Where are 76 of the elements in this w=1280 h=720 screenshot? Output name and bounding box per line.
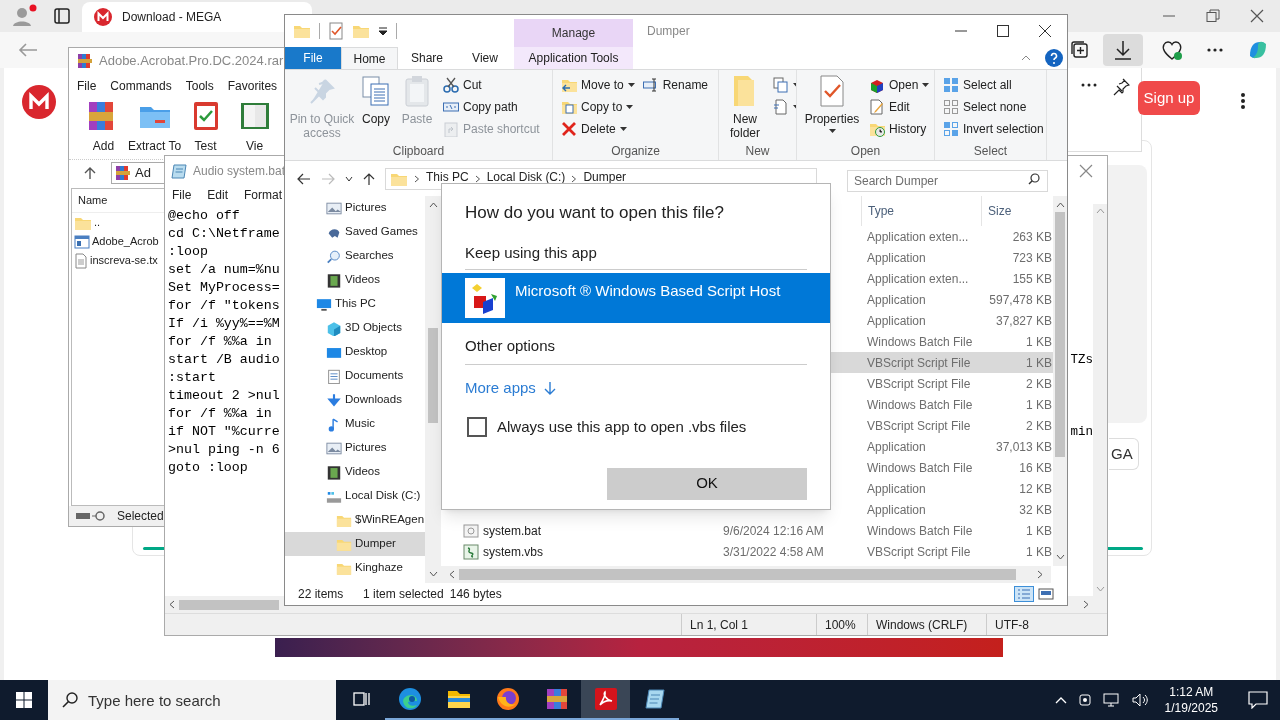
size-cell-text: 263 KB [1012,228,1052,246]
status-text: 100% [825,616,856,634]
code-line: if NOT "%curre [168,423,280,441]
type-cell: Application [867,292,926,307]
type-cell: Application [867,439,926,454]
code-line: Set MyProcess= [168,279,280,297]
group-label: New [744,143,771,160]
type-cell: Application [867,250,926,265]
code-line: :loop [168,243,208,261]
code-line: for /f %%a in [168,405,272,423]
clock-time: 1:12 AM [1169,684,1214,700]
code-line: :start [168,369,216,387]
date-cell: 3/31/2022 4:58 AM [723,544,824,559]
type-cell: Application exten... [867,229,969,244]
size-cell-text: 37,013 KB [995,438,1052,456]
status-text: Ln 1, Col 1 [690,616,749,634]
group-label: Open [849,143,882,160]
type-cell: Application [867,502,926,517]
group-label: Organize [610,143,661,160]
group-label: Clipboard [391,143,446,160]
size-cell-text: 1 KB [1026,522,1052,540]
type-cell: VBScript Script File [867,376,971,391]
size-cell-text: 597,478 KB [989,291,1052,309]
file-name: system.bat [483,522,542,540]
size-cell-text: 12 KB [1019,480,1052,498]
type-cell: VBScript Script File [867,355,971,370]
size-cell-text: 723 KB [1012,249,1052,267]
code-line: >nul ping -n 6 [168,441,280,459]
code-fragment: min [1070,424,1093,441]
size-cell-text: 37,827 KB [995,312,1052,330]
section-heading: Other options [465,335,807,365]
code-line: goto :loop [168,459,248,477]
section-heading: Keep using this app [465,241,807,270]
size-cell-text: 2 KB [1026,375,1052,393]
status-text: Windows (CRLF) [876,616,968,634]
window-title: Audio system.bat [193,163,286,180]
tab-title: Download - MEGA [122,9,222,26]
type-cell: VBScript Script File [867,418,971,433]
dialog-title: How do you want to open this file? [464,202,725,224]
code-line: set /a num=%nu [168,261,280,279]
type-cell: Application exten... [867,271,969,286]
status-text: UTF-8 [995,616,1029,634]
clock-date: 1/19/2025 [1164,700,1218,716]
status-text: Selected [117,508,164,525]
group-label: Select [972,143,1009,160]
status-text: 22 items [298,586,345,603]
type-cell: Windows Batch File [867,460,973,475]
size-cell-text: 16 KB [1019,459,1052,477]
type-cell: Application [867,481,926,496]
code-fragment: TZs [1070,352,1093,369]
size-cell-text: 1 KB [1026,354,1052,372]
size-cell-text: 1 KB [1026,543,1052,561]
type-cell: Application [867,313,926,328]
code-line: for /f %%a in [168,333,272,351]
code-line: If /i %yy%==%M [168,315,280,333]
code-line: start /B audio [168,351,280,369]
date-cell: 9/6/2024 12:16 AM [723,523,824,538]
size-cell-text: 1 KB [1026,396,1052,414]
size-cell-text: 2 KB [1026,417,1052,435]
status-text: 1 item selected [363,586,444,603]
code-line: cd C:\Netframe [168,225,280,243]
type-cell: Windows Batch File [867,397,973,412]
type-cell: VBScript Script File [867,544,971,559]
type-cell: Windows Batch File [867,523,973,538]
size-cell-text: 155 KB [1012,270,1052,288]
size-cell-text: 1 KB [1026,333,1052,351]
type-cell: Windows Batch File [867,334,973,349]
code-line: timeout 2 >nul [168,387,280,405]
window-title: Dumper [646,23,691,40]
context-header: Manage [514,19,633,47]
file-name: system.vbs [483,543,543,561]
code-line: for /f "tokens [168,297,280,315]
window-title: Adobe.Acrobat.Pro.DC.2024.rar [99,52,284,71]
checkbox-label: Always use this app to open .vbs files [497,417,747,437]
size-cell-text: 32 KB [1019,501,1052,519]
status-text: 146 bytes [449,586,502,603]
